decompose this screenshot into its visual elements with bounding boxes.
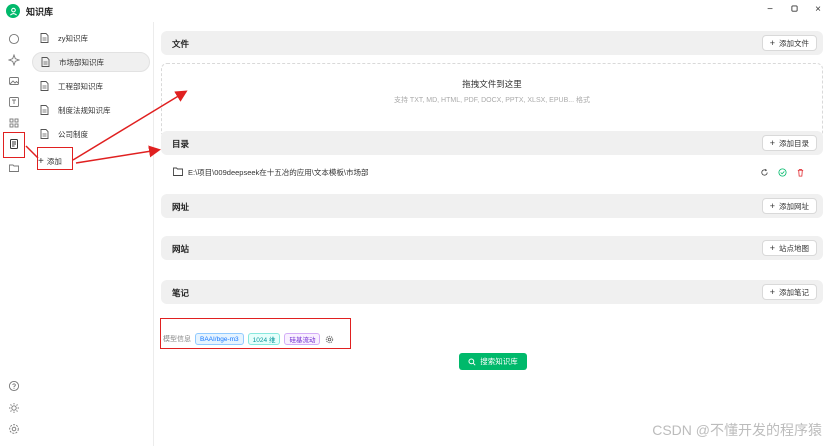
theme-sun-icon[interactable] bbox=[7, 401, 21, 415]
sitemap-label: 站点地图 bbox=[779, 243, 809, 253]
plus-icon: + bbox=[769, 287, 775, 297]
document-icon bbox=[40, 81, 50, 91]
website-section-header: 网站 + 站点地图 bbox=[161, 236, 823, 260]
directory-row: E:\项目\009deepseek在十五冶的应用\文本模板\市场部 bbox=[161, 163, 823, 181]
add-file-button[interactable]: + 添加文件 bbox=[761, 35, 817, 51]
add-file-label: 添加文件 bbox=[779, 38, 809, 48]
kb-item[interactable]: 工程部知识库 bbox=[32, 76, 150, 96]
apps-grid-icon[interactable] bbox=[7, 116, 21, 130]
highlight-box-icon bbox=[3, 132, 25, 158]
kb-item[interactable]: 制度法规知识库 bbox=[32, 100, 150, 120]
folder-icon[interactable] bbox=[7, 161, 21, 175]
file-dropzone[interactable]: 拖拽文件到这里 支持 TXT, MD, HTML, PDF, DOCX, PPT… bbox=[161, 63, 823, 138]
settings-gear-icon[interactable] bbox=[7, 422, 21, 436]
icon-navigation-bar bbox=[0, 22, 28, 446]
kb-item[interactable]: zy知识库 bbox=[32, 28, 150, 48]
refresh-icon[interactable] bbox=[759, 167, 769, 177]
kb-item-label: 制度法规知识库 bbox=[58, 105, 111, 115]
kb-item[interactable]: 公司制度 bbox=[32, 124, 150, 144]
files-section-title: 文件 bbox=[172, 39, 190, 49]
dropzone-title: 拖拽文件到这里 bbox=[462, 79, 522, 89]
search-kb-button[interactable]: 搜索知识库 bbox=[459, 353, 527, 370]
kb-item-active[interactable]: 市场部知识库 bbox=[32, 52, 150, 72]
minimize-button[interactable]: − bbox=[763, 4, 777, 15]
add-note-label: 添加笔记 bbox=[779, 287, 809, 297]
document-icon bbox=[40, 33, 50, 43]
add-url-button[interactable]: + 添加网址 bbox=[761, 198, 817, 214]
help-icon[interactable] bbox=[7, 379, 21, 393]
search-kb-label: 搜索知识库 bbox=[480, 357, 518, 366]
plus-icon: + bbox=[769, 201, 775, 211]
title-bar: 知识库 − × bbox=[0, 0, 832, 22]
url-section-title: 网址 bbox=[172, 202, 190, 212]
notes-section-title: 笔记 bbox=[172, 288, 190, 298]
watermark: CSDN @不懂开发的程序猿 bbox=[652, 422, 822, 438]
website-section-title: 网站 bbox=[172, 244, 190, 254]
highlight-box-model-info bbox=[160, 318, 351, 349]
knowledge-base-sidebar: zy知识库 市场部知识库 工程部知识库 制度法规知识库 公司制度 + 添加 bbox=[28, 22, 154, 446]
kb-item-label: 工程部知识库 bbox=[58, 81, 103, 91]
plus-icon: + bbox=[769, 38, 775, 48]
check-circle-icon bbox=[777, 167, 787, 177]
files-section-header: 文件 + 添加文件 bbox=[161, 31, 823, 55]
maximize-button[interactable] bbox=[787, 4, 801, 15]
translate-icon[interactable] bbox=[7, 95, 21, 109]
user-avatar-icon[interactable] bbox=[6, 4, 20, 18]
add-directory-label: 添加目录 bbox=[779, 138, 809, 148]
image-icon[interactable] bbox=[7, 74, 21, 88]
plus-icon: + bbox=[769, 243, 775, 253]
dropzone-subtitle: 支持 TXT, MD, HTML, PDF, DOCX, PPTX, XLSX,… bbox=[393, 97, 591, 104]
kb-item-label: 市场部知识库 bbox=[59, 57, 104, 67]
directory-path: E:\项目\009deepseek在十五冶的应用\文本模板\市场部 bbox=[188, 168, 369, 177]
sparkle-icon[interactable] bbox=[7, 53, 21, 67]
document-icon bbox=[40, 105, 50, 115]
document-icon bbox=[41, 57, 51, 67]
sitemap-button[interactable]: + 站点地图 bbox=[761, 240, 817, 256]
directory-actions bbox=[759, 167, 805, 177]
delete-icon[interactable] bbox=[795, 167, 805, 177]
main-content: 文件 + 添加文件 拖拽文件到这里 支持 TXT, MD, HTML, PDF,… bbox=[155, 22, 832, 446]
directory-section-title: 目录 bbox=[172, 139, 190, 149]
search-icon bbox=[468, 357, 476, 366]
notes-section-header: 笔记 + 添加笔记 bbox=[161, 280, 823, 304]
plus-icon: + bbox=[769, 138, 775, 148]
folder-icon bbox=[173, 167, 183, 177]
document-icon bbox=[40, 129, 50, 139]
kb-item-label: 公司制度 bbox=[58, 129, 88, 139]
add-url-label: 添加网址 bbox=[779, 201, 809, 211]
highlight-box-add bbox=[37, 147, 73, 170]
add-directory-button[interactable]: + 添加目录 bbox=[761, 135, 817, 151]
directory-section-header: 目录 + 添加目录 bbox=[161, 131, 823, 155]
app-title: 知识库 bbox=[26, 7, 54, 17]
kb-item-label: zy知识库 bbox=[58, 33, 88, 43]
close-button[interactable]: × bbox=[811, 4, 825, 15]
add-note-button[interactable]: + 添加笔记 bbox=[761, 284, 817, 300]
chat-icon[interactable] bbox=[7, 32, 21, 46]
url-section-header: 网址 + 添加网址 bbox=[161, 194, 823, 218]
